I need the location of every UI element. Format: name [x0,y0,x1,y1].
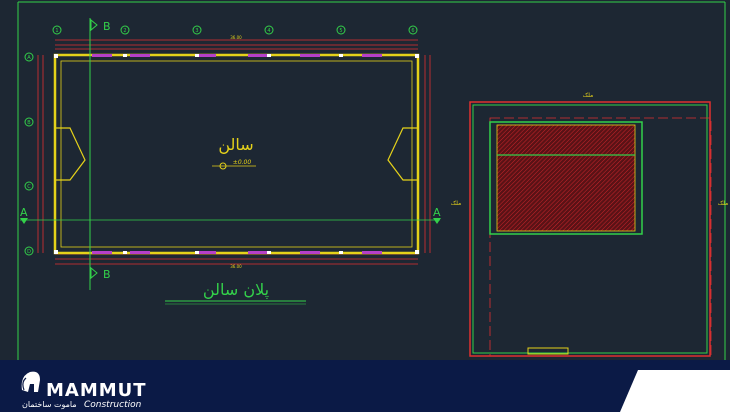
elevation-marker: ±0.00 [212,159,256,170]
section-marker-bottom: B [90,266,111,281]
dimension-lines-right [424,55,431,253]
grid-bubble-D: D [24,246,34,256]
svg-text:B: B [103,268,111,281]
svg-text:1: 1 [55,28,58,34]
section-marker-top: B [89,18,111,290]
mammoth-logo-icon [21,371,40,392]
overall-dimension-top: 36.00 [230,35,242,40]
section-marker-right: A [433,206,441,224]
dimension-lines-left [37,55,44,253]
brand-tagline: Construction [84,400,142,410]
building-outer-wall[interactable] [53,53,420,255]
brand-name: MAMMUT [46,380,147,401]
room-label: سالن [218,135,253,155]
drawing-canvas[interactable]: 1 2 3 4 5 6 A B C D 36.00 36.00 سالن ±0.… [0,0,730,360]
svg-text:3: 3 [195,28,198,34]
grid-bubble-C: C [24,181,34,191]
svg-text:C: C [27,184,31,190]
section-marker-left: A [20,206,440,224]
door-left [55,127,86,181]
svg-text:D: D [27,249,31,255]
decorative-panel [620,370,730,412]
grid-bubble-3: 3 [192,25,202,35]
grid-bubble-A: A [24,52,34,62]
svg-text:5: 5 [339,28,342,34]
grid-bubble-5: 5 [336,25,346,35]
door-right [387,127,418,181]
svg-text:2: 2 [123,28,126,34]
grid-bubble-2: 2 [120,25,130,35]
overall-dimension-bottom: 36.00 [230,264,242,269]
grid-bubble-1: 1 [52,25,62,35]
dimension-lines-bottom [55,253,418,265]
site-neighbor-left: ملک [451,200,462,207]
dimension-lines-top [55,39,418,50]
svg-text:4: 4 [267,28,270,34]
svg-text:±0.00: ±0.00 [233,159,252,166]
cad-viewport[interactable]: 1 2 3 4 5 6 A B C D 36.00 36.00 سالن ±0.… [0,0,730,412]
grid-bubble-B: B [24,117,34,127]
svg-text:6: 6 [411,28,414,34]
svg-text:A: A [20,206,28,219]
column-markers [54,54,419,254]
site-neighbor-right: ملک [718,200,729,207]
plan-title: پلان سالن [203,280,269,300]
svg-text:B: B [103,20,111,33]
site-building-hatch [496,124,636,232]
grid-bubbles-left: A B C D [24,52,34,256]
svg-text:A: A [27,55,31,61]
svg-text:A: A [433,206,441,219]
site-neighbor-top: ملک [583,92,594,99]
building-inner-wall [60,60,413,248]
svg-text:B: B [27,120,31,126]
grid-bubble-6: 6 [408,25,418,35]
grid-bubble-4: 4 [264,25,274,35]
brand-persian: ماموت ساختمان [22,400,77,409]
